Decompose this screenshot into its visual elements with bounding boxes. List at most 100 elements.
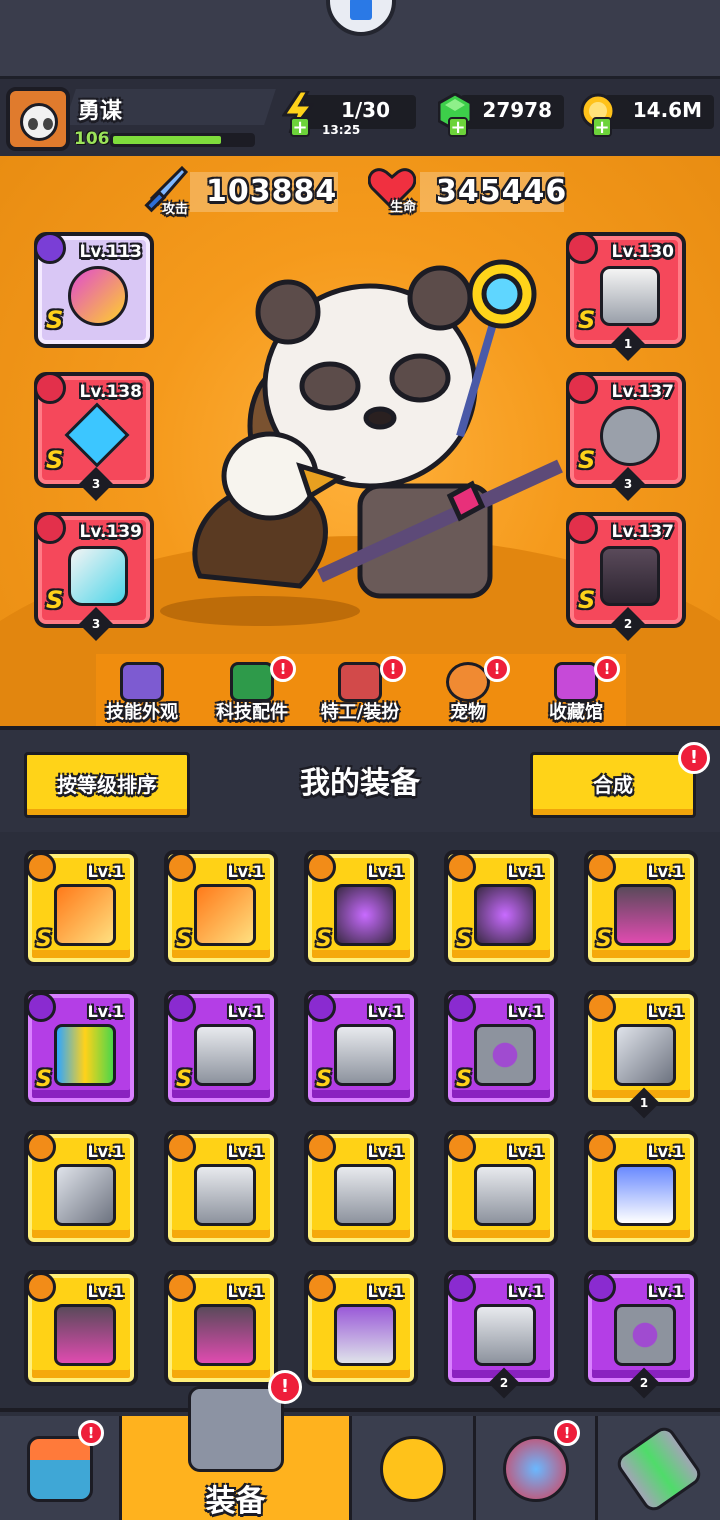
nav-hero[interactable] [352, 1416, 476, 1520]
item-type-icon [26, 852, 56, 882]
inventory-item[interactable]: Lv.1 [304, 1130, 418, 1246]
item-type-icon [166, 1272, 196, 1302]
item-level: Lv.1 [647, 1002, 684, 1021]
belt-icon [614, 1304, 676, 1366]
grade-badge: S [46, 586, 64, 614]
inventory-item[interactable]: Lv.1 [24, 1130, 138, 1246]
inventory-item[interactable]: Lv.1 [164, 1130, 278, 1246]
inventory-item[interactable]: Lv.1 [444, 1130, 558, 1246]
glove-type-icon [34, 512, 66, 544]
equipment-header: 按等级排序 我的装备 合成 ! [0, 726, 720, 832]
submenu-pet[interactable]: 宠物 ! [418, 656, 518, 726]
necklace-type-icon [34, 372, 66, 404]
inventory-item[interactable]: Lv.1 2 [584, 1270, 698, 1399]
inventory-item[interactable]: Lv.1 S [164, 850, 278, 966]
equipped-weapon-slot[interactable]: Lv.113 S [34, 232, 154, 348]
inventory-item[interactable]: Lv.1 S [304, 850, 418, 966]
inventory-item[interactable]: Lv.1 S [444, 990, 558, 1106]
item-type-icon [586, 1272, 616, 1302]
nav-lab[interactable] [598, 1416, 720, 1520]
energy-plus-button[interactable]: + [290, 117, 310, 137]
star-count: 3 [79, 467, 113, 501]
bookmark-icon [350, 0, 372, 20]
inventory-item[interactable]: Lv.1 [304, 1270, 418, 1386]
inventory-item[interactable]: Lv.1 S [444, 850, 558, 966]
item-level: Lv.1 [227, 1282, 264, 1301]
alert-badge: ! [268, 1370, 302, 1404]
merge-button[interactable]: 合成 [530, 752, 696, 818]
hero-character [192, 259, 563, 599]
top-menu-button[interactable] [326, 0, 396, 36]
item-type-icon [26, 1132, 56, 1162]
armor-icon [194, 1164, 256, 1226]
player-header: 勇谋 106 + 1/30 13:25 + 27978 + 14.6M [0, 76, 720, 156]
inventory-item[interactable]: Lv.1 S [24, 990, 138, 1106]
alert-badge: ! [78, 1420, 104, 1446]
kunai-icon [54, 1164, 116, 1226]
inventory-item[interactable]: Lv.1 S [164, 990, 278, 1106]
shop-icon [26, 1436, 93, 1502]
xp-fill [113, 136, 222, 144]
equipped-armor-slot[interactable]: Lv.130 S 1 [566, 232, 686, 361]
boots-icon [614, 884, 676, 946]
star-count: 2 [628, 1367, 660, 1399]
gem-plus-button[interactable]: + [448, 117, 468, 137]
inventory-item[interactable]: Lv.1 1 [584, 990, 698, 1119]
equipped-glove-slot[interactable]: Lv.139 S 3 [34, 512, 154, 641]
sort-by-level-button[interactable]: 按等级排序 [24, 752, 190, 818]
item-type-icon [446, 992, 476, 1022]
nav-equipment-label: 装备 [205, 1484, 266, 1519]
coin-value: 14.6M [632, 98, 702, 122]
nav-shop[interactable]: ! [0, 1416, 122, 1520]
submenu-skill-skin[interactable]: 技能外观 [92, 656, 192, 726]
submenu-collection[interactable]: 收藏馆 ! [526, 656, 626, 726]
gem-value: 27978 [482, 98, 552, 122]
item-type-icon [446, 1272, 476, 1302]
grade-badge: S [316, 1067, 332, 1092]
inventory-item[interactable]: Lv.1 [584, 1130, 698, 1246]
nav-equipment[interactable]: ! 装备 [122, 1370, 352, 1520]
item-type-icon [166, 1132, 196, 1162]
necklace-icon [64, 402, 130, 468]
inventory-item[interactable]: Lv.1 [164, 1270, 278, 1386]
sword-icon [54, 884, 116, 946]
equipped-belt-slot[interactable]: Lv.137 S 3 [566, 372, 686, 501]
armor-icon [194, 1024, 256, 1086]
gem-pill: 27978 [460, 95, 564, 129]
item-level: Lv.1 [87, 1282, 124, 1301]
inventory-item[interactable]: Lv.1 [24, 1270, 138, 1386]
item-level: Lv.1 [367, 1142, 404, 1161]
inventory-item[interactable]: Lv.1 S [304, 990, 418, 1106]
item-level: Lv.1 [87, 1002, 124, 1021]
equipped-boots-slot[interactable]: Lv.137 S 2 [566, 512, 686, 641]
slot-level: Lv.138 [79, 382, 142, 402]
armor-icon [334, 1164, 396, 1226]
merge-label: 合成 [593, 773, 633, 797]
hexagon-chip-icon [230, 662, 274, 702]
star-count: 2 [611, 607, 645, 641]
coin-plus-button[interactable]: + [592, 117, 612, 137]
submenu-label: 科技配件 [216, 702, 288, 723]
star-globe-icon [502, 1436, 569, 1502]
item-level: Lv.1 [367, 862, 404, 881]
player-level: 106 [74, 129, 110, 149]
drill-staff-icon [334, 884, 396, 946]
claw-glove-icon [614, 1164, 676, 1226]
item-type-icon [446, 852, 476, 882]
item-level: Lv.1 [87, 1142, 124, 1161]
sort-label: 按等级排序 [57, 773, 157, 797]
hero-stage: 103884 攻击 345446 生命 Lv.113 S Lv.138 S 3 … [0, 156, 720, 726]
submenu-tech-parts[interactable]: 科技配件 ! [202, 656, 302, 726]
player-avatar[interactable] [6, 87, 70, 151]
alert-badge: ! [554, 1420, 580, 1446]
item-type-icon [166, 852, 196, 882]
armor-icon [600, 266, 660, 326]
nav-world[interactable]: ! [476, 1416, 598, 1520]
sneaker-icon [334, 1304, 396, 1366]
slot-level: Lv.130 [611, 242, 674, 262]
inventory-item[interactable]: Lv.1 S [24, 850, 138, 966]
inventory-item[interactable]: Lv.1 2 [444, 1270, 558, 1399]
inventory-item[interactable]: Lv.1 S [584, 850, 698, 966]
submenu-agent-outfit[interactable]: 特工/装扮 ! [310, 656, 410, 726]
equipped-necklace-slot[interactable]: Lv.138 S 3 [34, 372, 154, 501]
